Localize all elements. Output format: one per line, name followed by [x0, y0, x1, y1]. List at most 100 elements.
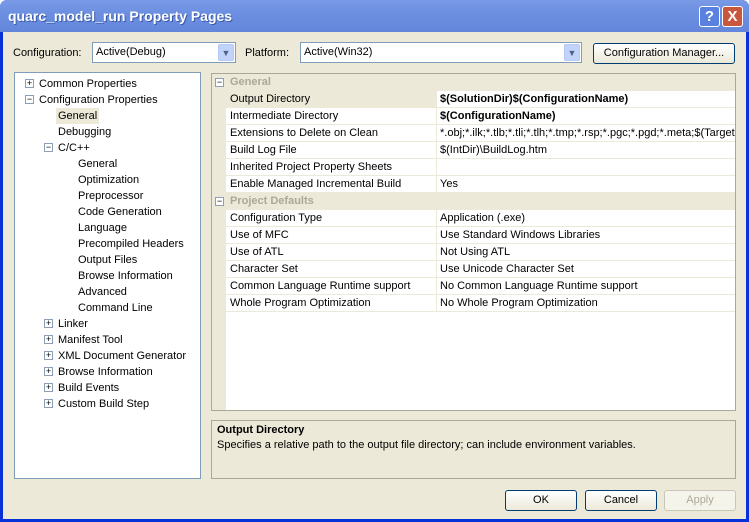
window-title: quarc_model_run Property Pages — [8, 8, 233, 24]
property-grid[interactable]: − General Output Directory $(SolutionDir)$(… — [211, 73, 736, 411]
tree-item[interactable]: General — [76, 156, 119, 172]
property-value[interactable]: Use Standard Windows Libraries — [440, 229, 600, 241]
property-name: Extensions to Delete on Clean — [230, 127, 378, 139]
configuration-value: Active(Debug) — [96, 46, 166, 58]
property-value[interactable]: Application (.exe) — [440, 212, 525, 224]
property-pages-window: quarc_model_run Property Pages ? X Confi… — [0, 0, 749, 522]
category-label: General — [230, 76, 271, 88]
column-divider — [436, 261, 437, 278]
property-name: Common Language Runtime support — [230, 280, 411, 292]
collapse-icon[interactable]: − — [25, 95, 34, 104]
property-row[interactable]: Character Set Use Unicode Character Set — [212, 261, 735, 278]
collapse-icon[interactable]: − — [44, 143, 53, 152]
tree-item[interactable]: Advanced — [76, 284, 129, 300]
property-name: Intermediate Directory — [230, 110, 339, 122]
title-bar[interactable]: quarc_model_run Property Pages ? X — [0, 0, 749, 32]
property-value[interactable]: Use Unicode Character Set — [440, 263, 574, 275]
tree-item[interactable]: Debugging — [56, 124, 113, 140]
column-divider — [436, 108, 437, 125]
column-divider — [436, 125, 437, 142]
configuration-manager-button[interactable]: Configuration Manager... — [593, 43, 735, 64]
tree-item[interactable]: Build Events — [56, 380, 121, 396]
property-name: Inherited Project Property Sheets — [230, 161, 393, 173]
tree-item[interactable]: Linker — [56, 316, 90, 332]
tree-item[interactable]: Browse Information — [56, 364, 155, 380]
tree-item[interactable]: Language — [76, 220, 129, 236]
property-value[interactable]: Yes — [440, 178, 458, 190]
property-name: Output Directory — [230, 93, 311, 105]
property-row[interactable]: Common Language Runtime support No Common… — [212, 278, 735, 295]
property-row[interactable]: Use of ATL Not Using ATL — [212, 244, 735, 261]
property-name: Use of ATL — [230, 246, 284, 258]
collapse-icon[interactable]: − — [215, 197, 224, 206]
expand-icon[interactable]: + — [44, 367, 53, 376]
property-row[interactable]: Whole Program Optimization No Whole Progr… — [212, 295, 735, 312]
column-divider — [436, 159, 437, 176]
tree-item[interactable]: Common Properties — [37, 76, 139, 92]
property-row[interactable]: Output Directory $(SolutionDir)$(Configur… — [212, 91, 735, 108]
expand-icon[interactable]: + — [44, 335, 53, 344]
property-row[interactable]: Configuration Type Application (.exe) — [212, 210, 735, 227]
property-row[interactable]: Extensions to Delete on Clean *.obj;*.ilk… — [212, 125, 735, 142]
tree-item[interactable]: Optimization — [76, 172, 141, 188]
grid-category[interactable]: − Project Defaults — [212, 193, 735, 210]
property-value[interactable]: $(SolutionDir)$(ConfigurationName) — [440, 93, 628, 105]
column-divider — [436, 295, 437, 312]
property-row[interactable]: Intermediate Directory $(ConfigurationNam… — [212, 108, 735, 125]
tree-item[interactable]: Preprocessor — [76, 188, 145, 204]
column-divider — [436, 278, 437, 295]
platform-value: Active(Win32) — [304, 46, 373, 58]
property-row[interactable]: Inherited Project Property Sheets — [212, 159, 735, 176]
category-tree[interactable]: + Common Properties − Configuration Propert… — [14, 72, 201, 479]
property-value[interactable]: No Common Language Runtime support — [440, 280, 638, 292]
expand-icon[interactable]: + — [44, 351, 53, 360]
tree-item[interactable]: Code Generation — [76, 204, 164, 220]
expand-icon[interactable]: + — [44, 383, 53, 392]
property-name: Whole Program Optimization — [230, 297, 371, 309]
configuration-label: Configuration: — [13, 47, 82, 59]
chevron-down-icon[interactable]: ▼ — [564, 44, 580, 61]
cancel-button[interactable]: Cancel — [585, 490, 657, 511]
property-value[interactable]: No Whole Program Optimization — [440, 297, 598, 309]
tree-item[interactable]: C/C++ — [56, 140, 92, 156]
property-value[interactable]: *.obj;*.ilk;*.tlb;*.tli;*.tlh;*.tmp;*.rs… — [440, 127, 735, 139]
column-divider — [436, 227, 437, 244]
close-button[interactable]: X — [722, 6, 743, 27]
platform-label: Platform: — [245, 47, 290, 59]
ok-button[interactable]: OK — [505, 490, 577, 511]
tree-item[interactable]: Precompiled Headers — [76, 236, 186, 252]
tree-item[interactable]: Browse Information — [76, 268, 175, 284]
tree-item[interactable]: XML Document Generator — [56, 348, 188, 364]
expand-icon[interactable]: + — [44, 399, 53, 408]
dialog-client: Configuration: Active(Debug) ▼ Platform:… — [3, 32, 746, 519]
property-value[interactable]: Not Using ATL — [440, 246, 510, 258]
property-row[interactable]: Build Log File $(IntDir)\BuildLog.htm — [212, 142, 735, 159]
column-divider — [436, 91, 437, 108]
property-row[interactable]: Enable Managed Incremental Build Yes — [212, 176, 735, 193]
tree-item[interactable]: Configuration Properties — [37, 92, 160, 108]
grid-category[interactable]: − General — [212, 74, 735, 91]
tree-item[interactable]: Output Files — [76, 252, 139, 268]
column-divider — [436, 210, 437, 227]
property-value[interactable]: $(ConfigurationName) — [440, 110, 556, 122]
column-divider — [436, 244, 437, 261]
chevron-down-icon[interactable]: ▼ — [218, 44, 234, 61]
apply-button[interactable]: Apply — [664, 490, 736, 511]
configuration-select[interactable]: Active(Debug) ▼ — [92, 42, 236, 63]
expand-icon[interactable]: + — [25, 79, 34, 88]
tree-item[interactable]: Command Line — [76, 300, 155, 316]
description-title: Output Directory — [217, 424, 305, 436]
property-value[interactable]: $(IntDir)\BuildLog.htm — [440, 144, 547, 156]
property-name: Use of MFC — [230, 229, 289, 241]
expand-icon[interactable]: + — [44, 319, 53, 328]
column-divider — [436, 142, 437, 159]
collapse-icon[interactable]: − — [215, 78, 224, 87]
tree-item[interactable]: Manifest Tool — [56, 332, 125, 348]
tree-item[interactable]: General — [56, 108, 100, 124]
property-name: Character Set — [230, 263, 298, 275]
platform-select[interactable]: Active(Win32) ▼ — [300, 42, 582, 63]
property-name: Enable Managed Incremental Build — [230, 178, 402, 190]
property-row[interactable]: Use of MFC Use Standard Windows Libraries — [212, 227, 735, 244]
tree-item[interactable]: Custom Build Step — [56, 396, 151, 412]
help-button[interactable]: ? — [699, 6, 720, 27]
